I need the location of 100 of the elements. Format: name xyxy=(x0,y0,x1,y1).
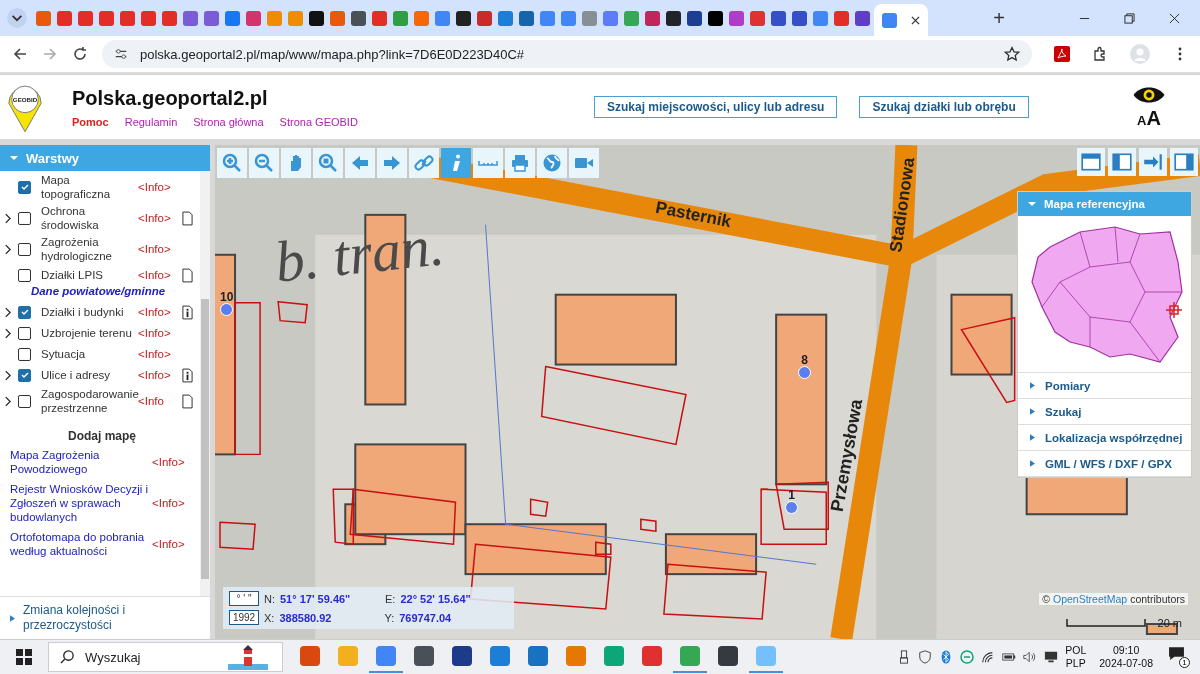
layer-checkbox[interactable] xyxy=(18,394,31,408)
header-link[interactable]: Strona GEOBID xyxy=(279,115,358,128)
parcel-outline[interactable] xyxy=(640,518,657,533)
add-map-link[interactable]: Mapa Zagrożenia Powodziowego xyxy=(10,448,150,476)
camera-tool-button[interactable] xyxy=(569,148,599,178)
chevron-right-icon[interactable] xyxy=(4,395,11,407)
taskbar-search-field[interactable]: Wyszukaj xyxy=(48,642,283,672)
globe-tool-button[interactable] xyxy=(537,148,567,178)
parcel-outline[interactable] xyxy=(663,563,767,620)
chevron-right-icon[interactable] xyxy=(4,369,11,381)
info-link[interactable]: <Info> xyxy=(152,456,196,468)
layer-checkbox[interactable] xyxy=(18,268,31,282)
address-bar[interactable]: polska.geoportal2.pl/map/www/mapa.php?link=7D6E0D223D40C# xyxy=(102,40,1032,68)
zoom-box-tool-button[interactable] xyxy=(313,148,343,178)
info-document-icon[interactable] xyxy=(182,367,193,383)
header-link[interactable]: Regulamin xyxy=(124,115,178,128)
back-tool-button[interactable] xyxy=(345,148,375,178)
info-link[interactable]: <Info> xyxy=(138,327,182,339)
bookmark-star-icon[interactable] xyxy=(1004,46,1020,62)
header-link[interactable]: Pomoc xyxy=(72,115,109,128)
coordinate-format-button[interactable]: ° ' " xyxy=(229,591,259,606)
speaker-icon[interactable] xyxy=(1023,650,1038,664)
site-settings-icon[interactable] xyxy=(114,47,128,61)
chevron-right-icon[interactable] xyxy=(4,327,11,339)
pdf-extension-icon[interactable] xyxy=(1054,46,1070,62)
chevron-right-icon[interactable] xyxy=(4,243,11,255)
reload-icon[interactable] xyxy=(72,46,88,62)
layer-checkbox[interactable] xyxy=(18,242,31,256)
print-tool-button[interactable] xyxy=(505,148,535,178)
info-link[interactable]: <Info xyxy=(138,395,182,407)
layer-checkbox[interactable] xyxy=(18,211,31,225)
info-link[interactable]: <Info> xyxy=(138,243,182,255)
layer-checkbox[interactable] xyxy=(18,368,31,382)
language-indicator[interactable]: POL PLP xyxy=(1065,644,1087,670)
notifications-button[interactable]: 1 xyxy=(1168,646,1190,668)
layer-order-panel-header[interactable]: Zmiana kolejności i przezroczystości xyxy=(0,597,210,639)
new-tab-button[interactable]: + xyxy=(985,6,1013,30)
reference-menu-item[interactable]: GML / WFS / DXF / GPX xyxy=(1018,451,1191,477)
layer-checkbox[interactable] xyxy=(18,347,31,361)
pan-tool-button[interactable] xyxy=(281,148,311,178)
puzzle-icon[interactable] xyxy=(1092,46,1108,62)
parcel-outline[interactable] xyxy=(277,300,308,324)
layout-right-icon[interactable] xyxy=(1170,148,1198,176)
parcel-outline[interactable] xyxy=(595,541,612,555)
info-link[interactable]: <Info> xyxy=(138,369,182,381)
parcel-outline[interactable] xyxy=(775,481,829,530)
close-icon[interactable] xyxy=(911,15,920,25)
chevron-right-icon[interactable] xyxy=(4,306,11,318)
info-link[interactable]: <Info> xyxy=(138,269,182,281)
monitor-icon[interactable] xyxy=(1044,650,1059,664)
parcel-outline[interactable] xyxy=(234,301,261,456)
layer-checkbox[interactable] xyxy=(18,326,31,340)
parcel-outline[interactable] xyxy=(349,488,457,545)
info-tool-button[interactable] xyxy=(441,148,471,178)
tab-search-icon[interactable] xyxy=(6,7,28,29)
tray-app-icon[interactable] xyxy=(960,650,975,664)
layout-top-icon[interactable] xyxy=(1077,148,1105,176)
info-document-icon[interactable] xyxy=(182,304,193,320)
info-link[interactable]: <Info> xyxy=(152,538,196,550)
info-link[interactable]: <Info> xyxy=(138,348,182,360)
reference-menu-item[interactable]: Szukaj xyxy=(1018,399,1191,425)
zoom-out-tool-button[interactable] xyxy=(249,148,279,178)
zoom-in-tool-button[interactable] xyxy=(217,148,247,178)
battery-icon[interactable] xyxy=(1002,650,1017,664)
windows-start-icon[interactable] xyxy=(16,649,32,665)
forward-tool-button[interactable] xyxy=(377,148,407,178)
document-icon[interactable] xyxy=(182,210,193,226)
arrow-to-panel-icon[interactable] xyxy=(1139,148,1167,176)
parcel-outline[interactable] xyxy=(332,488,355,546)
scrollbar[interactable] xyxy=(200,171,210,596)
header-link[interactable]: Strona główna xyxy=(193,115,264,128)
document-icon[interactable] xyxy=(182,393,193,409)
link-tool-button[interactable] xyxy=(409,148,439,178)
document-icon[interactable] xyxy=(182,267,193,283)
layer-checkbox[interactable] xyxy=(18,305,31,319)
info-link[interactable]: <Info> xyxy=(152,497,196,509)
parcel-outline[interactable] xyxy=(529,498,549,518)
layer-checkbox[interactable] xyxy=(18,180,31,194)
search-button[interactable]: Szukaj miejscowości, ulicy lub adresu xyxy=(594,96,838,118)
restore-icon[interactable] xyxy=(1124,12,1135,24)
add-map-link[interactable]: Ortofotomapa do pobrania według aktualności xyxy=(10,530,150,558)
layout-left-icon[interactable] xyxy=(1108,148,1136,176)
parcel-outline[interactable] xyxy=(760,488,827,545)
forward-icon[interactable] xyxy=(42,46,58,62)
parcel-outline[interactable] xyxy=(219,521,256,550)
parcel-outline[interactable] xyxy=(540,365,687,446)
measure-tool-button[interactable] xyxy=(473,148,503,178)
info-link[interactable]: <Info> xyxy=(138,181,182,193)
shield-icon[interactable] xyxy=(918,650,933,664)
info-link[interactable]: <Info> xyxy=(138,306,182,318)
font-size-button[interactable]: AA xyxy=(1137,106,1161,130)
search-button[interactable]: Szukaj działki lub obrębu xyxy=(859,96,1029,118)
chevron-right-icon[interactable] xyxy=(4,212,11,224)
back-icon[interactable] xyxy=(12,46,28,62)
close-icon[interactable] xyxy=(1169,12,1180,24)
reference-menu-item[interactable]: Lokalizacja współrzędnej xyxy=(1018,425,1191,451)
coordinate-system-button[interactable]: 1992 xyxy=(229,610,259,625)
add-map-link[interactable]: Rejestr Wniosków Decyzji i Zgłoszeń w sprawach budowlanych xyxy=(10,482,150,524)
reference-menu-item[interactable]: Pomiary xyxy=(1018,373,1191,399)
info-link[interactable]: <Info> xyxy=(138,212,182,224)
